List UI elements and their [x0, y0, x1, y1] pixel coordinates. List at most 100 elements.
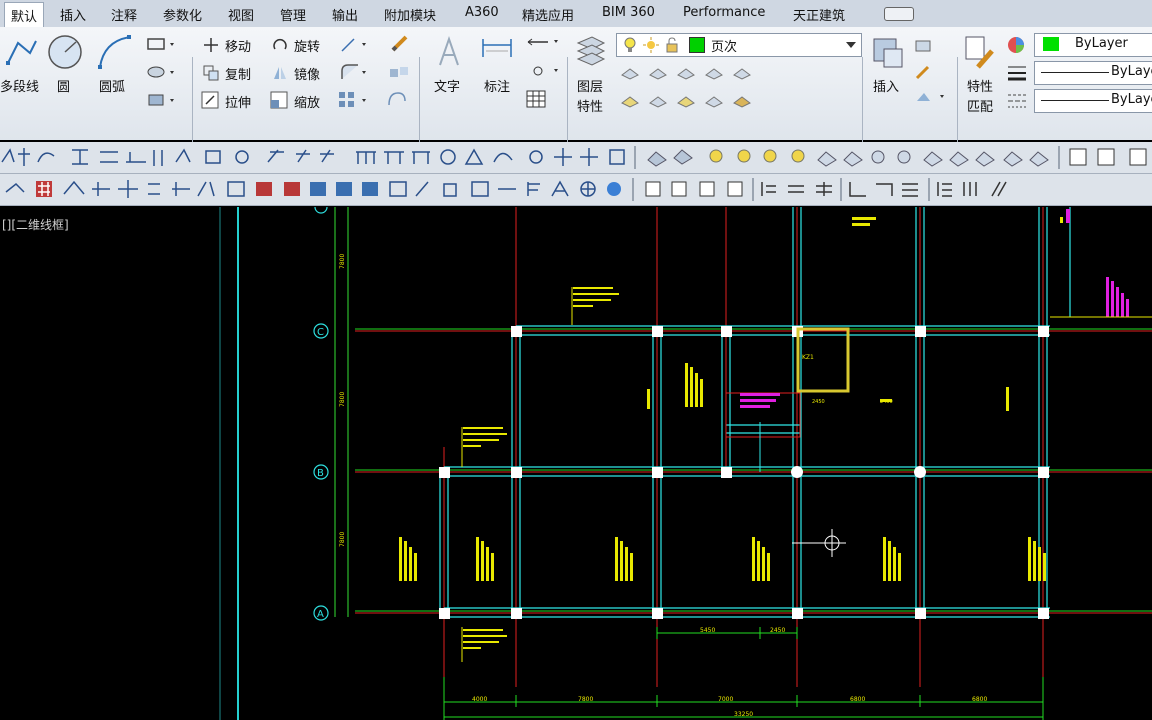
region-icon[interactable] — [146, 93, 176, 107]
polyline-icon[interactable] — [4, 35, 38, 69]
tab-manage[interactable]: 管理 — [280, 5, 306, 24]
tab-default[interactable]: 默认 — [4, 2, 45, 28]
tab-featured-apps[interactable]: 精选应用 — [522, 5, 574, 24]
color-swatch — [1043, 37, 1059, 51]
bottom-dim-3: 7000 — [718, 696, 733, 703]
drawing-canvas[interactable]: [][二维线框] C B A 7800 7800 7800 KZ1 5450 2… — [0, 207, 1152, 720]
left-dim-2: 7800 — [339, 392, 346, 407]
explode-icon[interactable] — [388, 65, 410, 81]
lineweight-icon[interactable] — [1006, 63, 1028, 83]
layer-tools-row-2-icon[interactable] — [620, 91, 760, 109]
block-attributes-icon[interactable] — [914, 89, 950, 107]
beam-tag-kz1: KZ1 — [802, 354, 814, 361]
toolbar-row-1-icons[interactable] — [0, 142, 1152, 173]
tab-tangent[interactable]: 天正建筑 — [793, 5, 845, 24]
tab-bim360[interactable]: BIM 360 — [602, 5, 655, 20]
mark-icon[interactable] — [530, 64, 562, 78]
layer-dropdown[interactable]: 页次 — [616, 33, 862, 57]
move-icon[interactable] — [203, 37, 219, 53]
create-block-icon[interactable] — [914, 37, 936, 55]
arc-label: 圆弧 — [99, 80, 126, 95]
chevron-down-icon — [846, 42, 856, 48]
lineweight-dropdown[interactable]: ByLaye — [1034, 61, 1152, 85]
color-dropdown[interactable]: ByLayer — [1034, 33, 1152, 57]
layer-tools-row-1-icon[interactable] — [620, 63, 760, 81]
copy-icon[interactable] — [203, 65, 219, 81]
dimension-icon[interactable] — [480, 35, 514, 69]
dimension-label[interactable]: 标注 — [484, 76, 510, 95]
text-label[interactable]: 文字 — [434, 76, 460, 95]
fillet-icon[interactable] — [340, 63, 370, 81]
layer-thaw-sun-icon — [643, 37, 659, 53]
current-layer-name: 页次 — [711, 40, 738, 55]
tab-a360[interactable]: A360 — [465, 5, 499, 20]
tab-parametric[interactable]: 参数化 — [163, 5, 202, 24]
mirror-label[interactable]: 镜像 — [294, 64, 320, 83]
array-icon[interactable] — [338, 91, 372, 109]
circle-label: 圆 — [57, 80, 71, 95]
menu-bar: 默认 插入 注释 参数化 视图 管理 输出 附加模块 A360 精选应用 BIM… — [0, 0, 1152, 28]
copy-label[interactable]: 复制 — [225, 64, 251, 83]
toolbar-row-2-icons[interactable] — [0, 174, 1152, 205]
erase-icon[interactable] — [390, 33, 410, 53]
linetype-sample — [1041, 100, 1109, 101]
circle-icon[interactable] — [46, 33, 84, 71]
bottom-dim-4: 6800 — [850, 696, 865, 703]
crosshair-cursor-icon — [792, 529, 846, 557]
total-dim: 33250 — [734, 711, 753, 718]
layer-properties-label-1: 图层 — [577, 80, 604, 95]
tab-view[interactable]: 视图 — [228, 5, 254, 24]
table-icon[interactable] — [526, 90, 546, 108]
leader-icon[interactable] — [526, 35, 562, 49]
tab-output[interactable]: 输出 — [332, 5, 358, 24]
left-dim-3: 7800 — [339, 532, 346, 547]
edit-block-icon[interactable] — [914, 63, 936, 81]
linetype-icon[interactable] — [1006, 91, 1028, 109]
lineweight-sample — [1041, 72, 1109, 73]
match-properties-icon[interactable] — [962, 33, 998, 71]
ribbon-toggle-icon[interactable] — [884, 7, 914, 21]
mid-dim-2: 2450 — [770, 627, 785, 634]
trim-icon[interactable] — [340, 37, 370, 53]
mirror-icon[interactable] — [272, 65, 288, 81]
insert-block-icon[interactable] — [870, 33, 906, 71]
bottom-dim-2: 7800 — [578, 696, 593, 703]
bottom-dim-1: 4000 — [472, 696, 487, 703]
stretch-icon[interactable] — [201, 91, 219, 109]
room-dim-2: 2450 — [880, 399, 893, 405]
left-dim-1: 7800 — [339, 254, 346, 269]
match-properties-label-1[interactable]: 特性 — [967, 76, 993, 95]
tab-addins[interactable]: 附加模块 — [384, 5, 436, 24]
layer-properties-label-2: 特性 — [577, 100, 604, 115]
linetype-value: ByLaye — [1111, 92, 1152, 107]
rectangle-icon[interactable] — [146, 37, 176, 51]
color-wheel-icon[interactable] — [1006, 35, 1026, 55]
color-value: ByLayer — [1075, 36, 1128, 51]
scale-icon[interactable] — [270, 91, 288, 109]
mid-dim-1: 5450 — [700, 627, 715, 634]
offset-icon[interactable] — [386, 89, 408, 109]
ribbon: 多段线 圆 圆弧 移动 旋转 复制 镜像 拉伸 缩放 文字 标注 图层 特性 页… — [0, 27, 1152, 166]
tab-annotate[interactable]: 注释 — [111, 5, 137, 24]
bottom-dim-5: 6800 — [972, 696, 987, 703]
match-properties-label-2[interactable]: 匹配 — [967, 96, 993, 115]
insert-label[interactable]: 插入 — [873, 76, 899, 95]
toolbar-row-2 — [0, 174, 1152, 206]
move-label[interactable]: 移动 — [225, 36, 251, 55]
stretch-label[interactable]: 拉伸 — [225, 92, 251, 111]
tab-insert[interactable]: 插入 — [60, 5, 86, 24]
rotate-label[interactable]: 旋转 — [294, 36, 320, 55]
grid-bubble-a: A — [317, 609, 324, 620]
polyline-label: 多段线 — [0, 80, 40, 95]
room-dim-1: 2450 — [812, 399, 825, 405]
layer-color-swatch — [689, 37, 705, 53]
text-icon[interactable] — [434, 35, 464, 69]
tab-performance[interactable]: Performance — [683, 5, 765, 20]
hatch-icon[interactable] — [146, 65, 176, 79]
rotate-icon[interactable] — [272, 37, 288, 53]
layer-properties-icon[interactable] — [574, 31, 608, 71]
grid-bubble-c: C — [317, 327, 324, 338]
scale-label[interactable]: 缩放 — [294, 92, 320, 111]
arc-icon[interactable] — [96, 33, 134, 71]
linetype-dropdown[interactable]: ByLaye — [1034, 89, 1152, 113]
